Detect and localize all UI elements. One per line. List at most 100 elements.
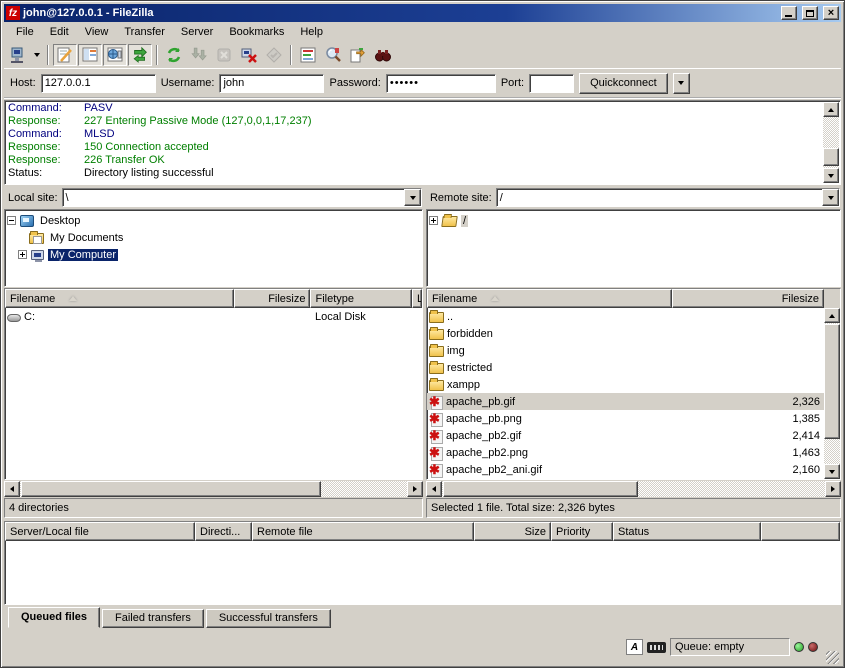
column-remote-file[interactable]: Remote file xyxy=(252,522,474,541)
tab-failed-transfers[interactable]: Failed transfers xyxy=(102,609,204,628)
file-row[interactable]: .. xyxy=(427,308,824,325)
file-row[interactable]: apache_pb2.gif2,414 xyxy=(427,427,824,444)
menu-file[interactable]: File xyxy=(8,24,42,40)
menu-edit[interactable]: Edit xyxy=(42,24,77,40)
column-status[interactable]: Status xyxy=(613,522,761,541)
close-button[interactable]: × xyxy=(823,6,839,20)
menu-help[interactable]: Help xyxy=(292,24,331,40)
scrollbar-thumb[interactable] xyxy=(823,148,839,166)
refresh-button[interactable] xyxy=(162,44,186,66)
site-manager-button[interactable] xyxy=(6,44,30,66)
file-row[interactable]: img xyxy=(427,342,824,359)
expand-icon[interactable] xyxy=(18,250,27,259)
find-files-button[interactable] xyxy=(371,44,395,66)
chevron-down-icon xyxy=(34,53,40,57)
column-server-local-file[interactable]: Server/Local file xyxy=(5,522,195,541)
scroll-up-button[interactable] xyxy=(823,102,839,117)
log-scrollbar[interactable] xyxy=(823,102,839,183)
column-size[interactable]: Size xyxy=(474,522,551,541)
tree-item-my-documents[interactable]: My Documents xyxy=(7,229,420,246)
file-name: apache_pb.png xyxy=(446,413,522,425)
tree-item-root[interactable]: / xyxy=(429,212,838,229)
file-row[interactable]: apache_pb2.png1,463 xyxy=(427,444,824,461)
filter-icon xyxy=(299,46,317,64)
file-row[interactable]: restricted xyxy=(427,359,824,376)
scroll-down-button[interactable] xyxy=(824,464,840,479)
file-row[interactable]: forbidden xyxy=(427,325,824,342)
local-site-combo[interactable]: \ xyxy=(62,188,422,207)
menu-server[interactable]: Server xyxy=(173,24,221,40)
maximize-button[interactable] xyxy=(802,6,818,20)
column-filesize[interactable]: Filesize xyxy=(672,289,824,308)
remote-site-combo[interactable]: / xyxy=(496,188,840,207)
toggle-local-tree-button[interactable] xyxy=(78,44,102,66)
username-input[interactable] xyxy=(219,74,324,93)
file-row-selected[interactable]: apache_pb.gif2,326 xyxy=(427,393,824,410)
scroll-right-button[interactable] xyxy=(825,481,841,497)
message-log-icon xyxy=(56,46,74,64)
tab-queued-files[interactable]: Queued files xyxy=(8,607,100,628)
directory-listing-filters-button[interactable] xyxy=(296,44,320,66)
host-input[interactable] xyxy=(41,74,156,93)
column-filesize[interactable]: Filesize xyxy=(234,289,311,308)
combo-dropdown-button[interactable] xyxy=(404,189,421,206)
collapse-icon[interactable] xyxy=(7,216,16,225)
expand-icon[interactable] xyxy=(429,216,438,225)
triangle-left-icon xyxy=(10,486,14,492)
toggle-transfer-queue-button[interactable] xyxy=(128,44,152,66)
tree-item-my-computer[interactable]: My Computer xyxy=(7,246,420,263)
column-filetype[interactable]: Filetype xyxy=(310,289,412,308)
file-size: 1,385 xyxy=(792,413,824,425)
column-filename[interactable]: Filename xyxy=(5,289,234,308)
disconnect-button[interactable] xyxy=(237,44,261,66)
remote-vertical-scrollbar[interactable] xyxy=(824,308,840,479)
log-line: Command:MLSD xyxy=(8,128,822,141)
directory-comparison-button[interactable] xyxy=(321,44,345,66)
menu-bookmarks[interactable]: Bookmarks xyxy=(221,24,292,40)
scroll-left-button[interactable] xyxy=(426,481,442,497)
column-last-modified[interactable]: L xyxy=(412,289,422,308)
file-row-c-drive[interactable]: C: Local Disk xyxy=(5,308,422,325)
scroll-right-button[interactable] xyxy=(407,481,423,497)
column-filename[interactable]: Filename xyxy=(427,289,672,308)
tab-successful-transfers[interactable]: Successful transfers xyxy=(206,609,331,628)
local-site-value: \ xyxy=(63,192,404,204)
scrollbar-thumb[interactable] xyxy=(824,324,840,439)
file-row[interactable]: apache_pb2_ani.gif2,160 xyxy=(427,461,824,478)
quickconnect-button[interactable]: Quickconnect xyxy=(579,73,668,94)
scroll-down-button[interactable] xyxy=(823,168,839,183)
resize-grip[interactable] xyxy=(826,651,839,664)
local-list-header: Filename Filesize Filetype L xyxy=(5,289,422,308)
site-manager-dropdown-button[interactable] xyxy=(31,44,43,66)
port-input[interactable] xyxy=(529,74,574,93)
log-label: Status: xyxy=(8,167,84,180)
title-bar: fz john@127.0.0.1 - FileZilla × xyxy=(4,4,841,22)
combo-dropdown-button[interactable] xyxy=(822,189,839,206)
minimize-button[interactable] xyxy=(781,6,797,20)
remote-rows: .. forbidden img restricted xampp apache… xyxy=(427,308,824,479)
column-priority[interactable]: Priority xyxy=(551,522,613,541)
process-queue-button[interactable] xyxy=(187,44,211,66)
cancel-operation-button[interactable] xyxy=(212,44,236,66)
reconnect-button[interactable] xyxy=(262,44,286,66)
toggle-message-log-button[interactable] xyxy=(53,44,77,66)
column-direction[interactable]: Directi... xyxy=(195,522,252,541)
quickconnect-dropdown-button[interactable] xyxy=(673,73,690,94)
local-status-bar: 4 directories xyxy=(4,498,423,518)
remote-horizontal-scrollbar[interactable] xyxy=(426,481,841,497)
data-type-indicator-icon[interactable]: A xyxy=(626,639,643,655)
scroll-up-button[interactable] xyxy=(824,308,840,323)
scrollbar-thumb[interactable] xyxy=(21,481,321,497)
file-row[interactable]: xampp xyxy=(427,376,824,393)
scroll-left-button[interactable] xyxy=(4,481,20,497)
speed-limit-indicator-icon[interactable] xyxy=(647,642,666,653)
local-horizontal-scrollbar[interactable] xyxy=(4,481,423,497)
menu-transfer[interactable]: Transfer xyxy=(116,24,173,40)
toggle-remote-tree-button[interactable] xyxy=(103,44,127,66)
scrollbar-thumb[interactable] xyxy=(443,481,638,497)
tree-item-desktop[interactable]: Desktop xyxy=(7,212,420,229)
file-row[interactable]: apache_pb.png 1,385 xyxy=(427,410,824,427)
menu-view[interactable]: View xyxy=(77,24,117,40)
password-input[interactable] xyxy=(386,74,496,93)
synchronized-browsing-button[interactable] xyxy=(346,44,370,66)
